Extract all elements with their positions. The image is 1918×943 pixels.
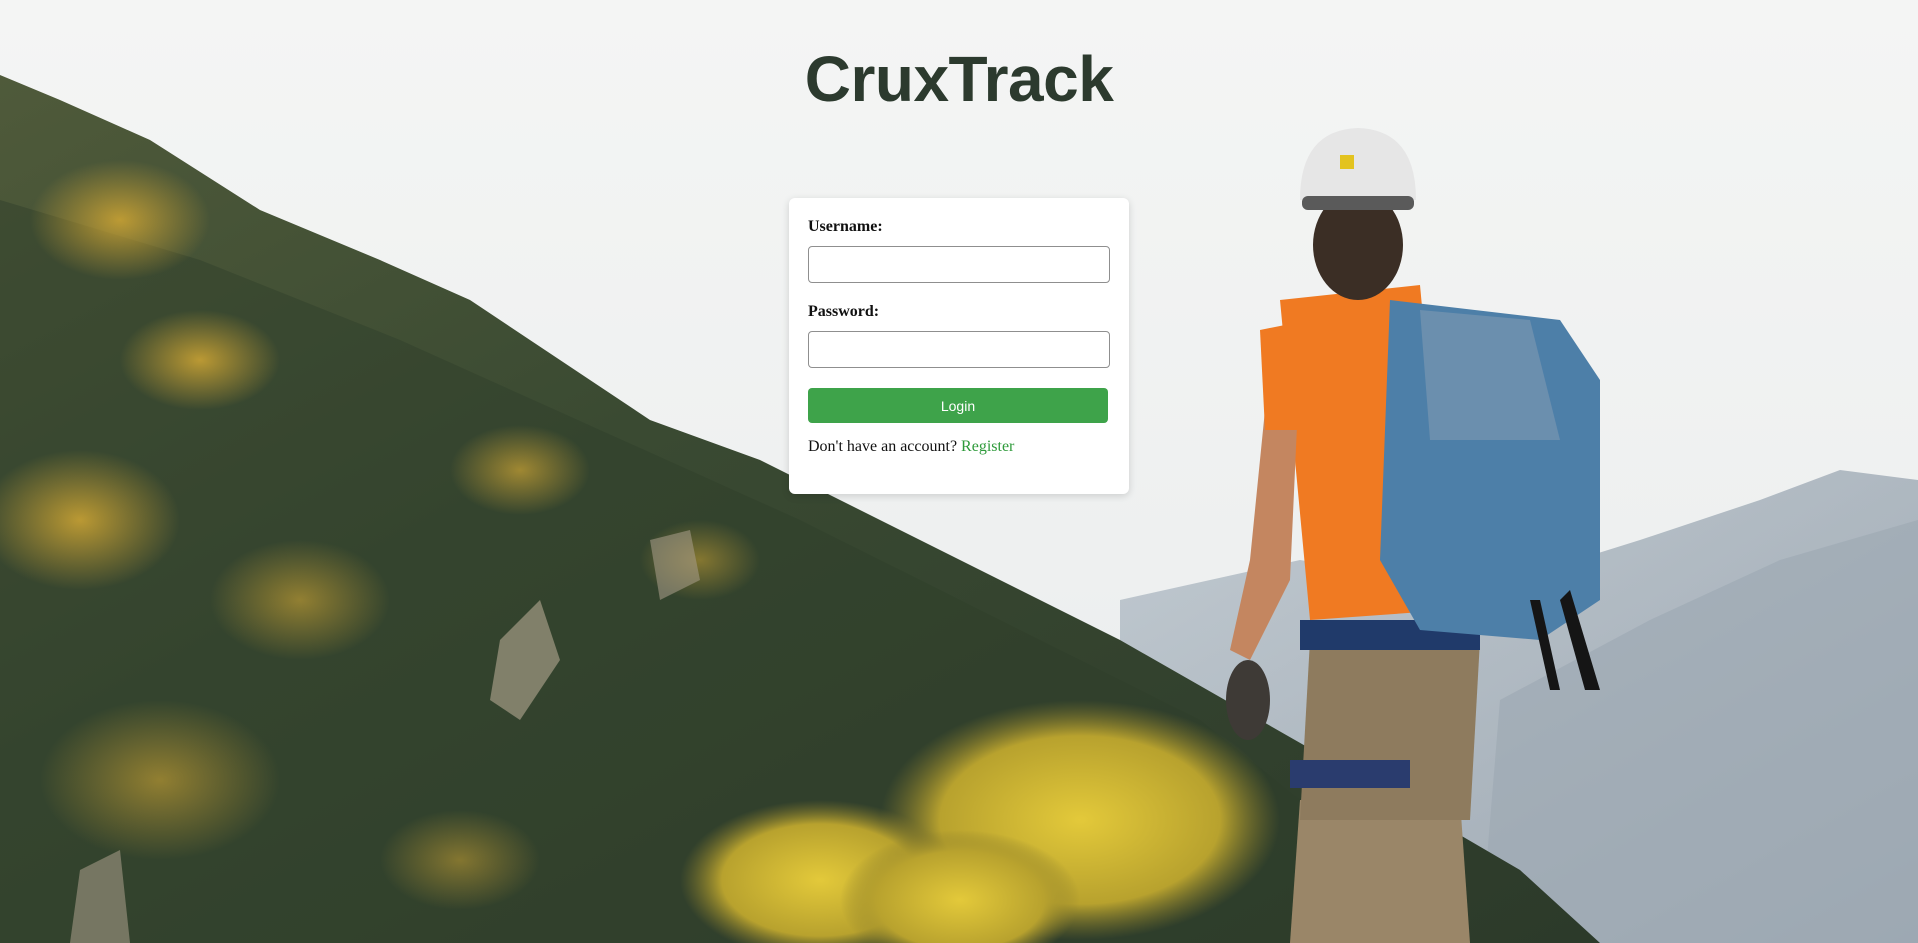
register-link[interactable]: Register xyxy=(961,438,1014,455)
password-input[interactable] xyxy=(808,331,1110,368)
register-line: Don't have an account? Register xyxy=(808,438,1110,456)
register-prompt: Don't have an account? xyxy=(808,438,958,455)
username-label: Username: xyxy=(808,218,883,235)
username-input[interactable] xyxy=(808,246,1110,283)
login-button[interactable]: Login xyxy=(808,388,1108,423)
password-label: Password: xyxy=(808,303,880,320)
login-card: Username: Password: Login Don't have an … xyxy=(789,198,1129,494)
app-title: CruxTrack xyxy=(804,43,1114,115)
